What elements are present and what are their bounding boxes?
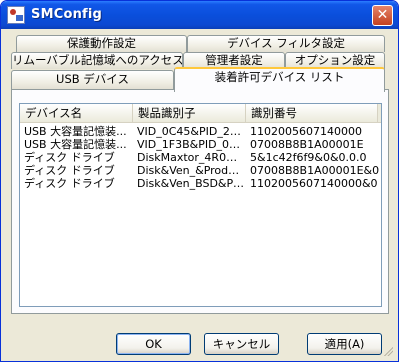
cell-serial-number: 1102005607140000 bbox=[250, 125, 362, 138]
cell-device-name: USB 大容量記憶装... bbox=[24, 125, 127, 138]
tab-usb-devices[interactable]: USB デバイス bbox=[11, 70, 174, 89]
cell-device-name: ディスク ドライブ bbox=[24, 177, 115, 190]
resize-grip-icon[interactable] bbox=[383, 346, 393, 356]
cancel-button[interactable]: キャンセル bbox=[204, 333, 279, 355]
column-serial-number[interactable]: 識別番号 bbox=[246, 104, 378, 122]
cell-product-id: Disk&Ven_BSD&Pr... bbox=[137, 177, 244, 190]
table-row[interactable]: ディスク ドライブ Disk&Ven_&Prod_... 07008B8B1A0… bbox=[20, 164, 381, 177]
cell-product-id: VID_1F3B&PID_00... bbox=[137, 138, 244, 151]
table-row[interactable]: ディスク ドライブ DiskMaxtor_4R080... 5&1c42f6f9… bbox=[20, 151, 381, 164]
cell-serial-number: 07008B8B1A00001E bbox=[250, 138, 364, 151]
apply-button[interactable]: 適用(A) bbox=[307, 333, 382, 355]
column-device-name[interactable]: デバイス名 bbox=[20, 104, 133, 122]
app-icon bbox=[7, 6, 25, 24]
tab-allowed-device-list[interactable]: 装着許可デバイス リスト bbox=[174, 67, 385, 92]
window-title: SMConfig bbox=[31, 7, 103, 22]
tab-removable-storage-access[interactable]: リムーバブル記憶域へのアクセス bbox=[11, 52, 183, 69]
table-row[interactable]: ディスク ドライブ Disk&Ven_BSD&Pr... 11020056071… bbox=[20, 177, 381, 190]
cell-serial-number: 07008B8B1A00001E&0 bbox=[250, 164, 380, 177]
tab-protection-settings[interactable]: 保護動作設定 bbox=[16, 35, 187, 52]
cell-product-id: VID_0C45&PID_20... bbox=[137, 125, 244, 138]
table-row[interactable]: USB 大容量記憶装... VID_1F3B&PID_00... 07008B8… bbox=[20, 138, 381, 151]
cell-serial-number: 1102005607140000&0 bbox=[250, 177, 378, 190]
title-bar[interactable]: SMConfig ✕ bbox=[1, 1, 398, 29]
cell-product-id: DiskMaxtor_4R080... bbox=[137, 151, 244, 164]
cell-device-name: ディスク ドライブ bbox=[24, 164, 115, 177]
cell-device-name: USB 大容量記憶装... bbox=[24, 138, 127, 151]
cell-product-id: Disk&Ven_&Prod_... bbox=[137, 164, 244, 177]
ok-button[interactable]: OK bbox=[116, 333, 191, 355]
tab-device-filter-settings[interactable]: デバイス フィルタ設定 bbox=[187, 35, 385, 52]
column-product-id[interactable]: 製品識別子 bbox=[133, 104, 246, 122]
cell-device-name: ディスク ドライブ bbox=[24, 151, 115, 164]
dialog-client-area: 保護動作設定 デバイス フィルタ設定 リムーバブル記憶域へのアクセス 管理者設定… bbox=[4, 29, 395, 358]
list-header: デバイス名 製品識別子 識別番号 bbox=[20, 104, 381, 123]
close-button[interactable]: ✕ bbox=[372, 5, 393, 26]
cell-serial-number: 5&1c42f6f9&0&0.0.0 bbox=[250, 151, 367, 164]
tab-panel: デバイス名 製品識別子 識別番号 USB 大容量記憶装... VID_0C45&… bbox=[11, 89, 389, 314]
smconfig-window: SMConfig ✕ 保護動作設定 デバイス フィルタ設定 リムーバブル記憶域へ… bbox=[0, 0, 399, 362]
table-row[interactable]: USB 大容量記憶装... VID_0C45&PID_20... 1102005… bbox=[20, 125, 381, 138]
allowed-device-listview[interactable]: デバイス名 製品識別子 識別番号 USB 大容量記憶装... VID_0C45&… bbox=[19, 103, 382, 307]
